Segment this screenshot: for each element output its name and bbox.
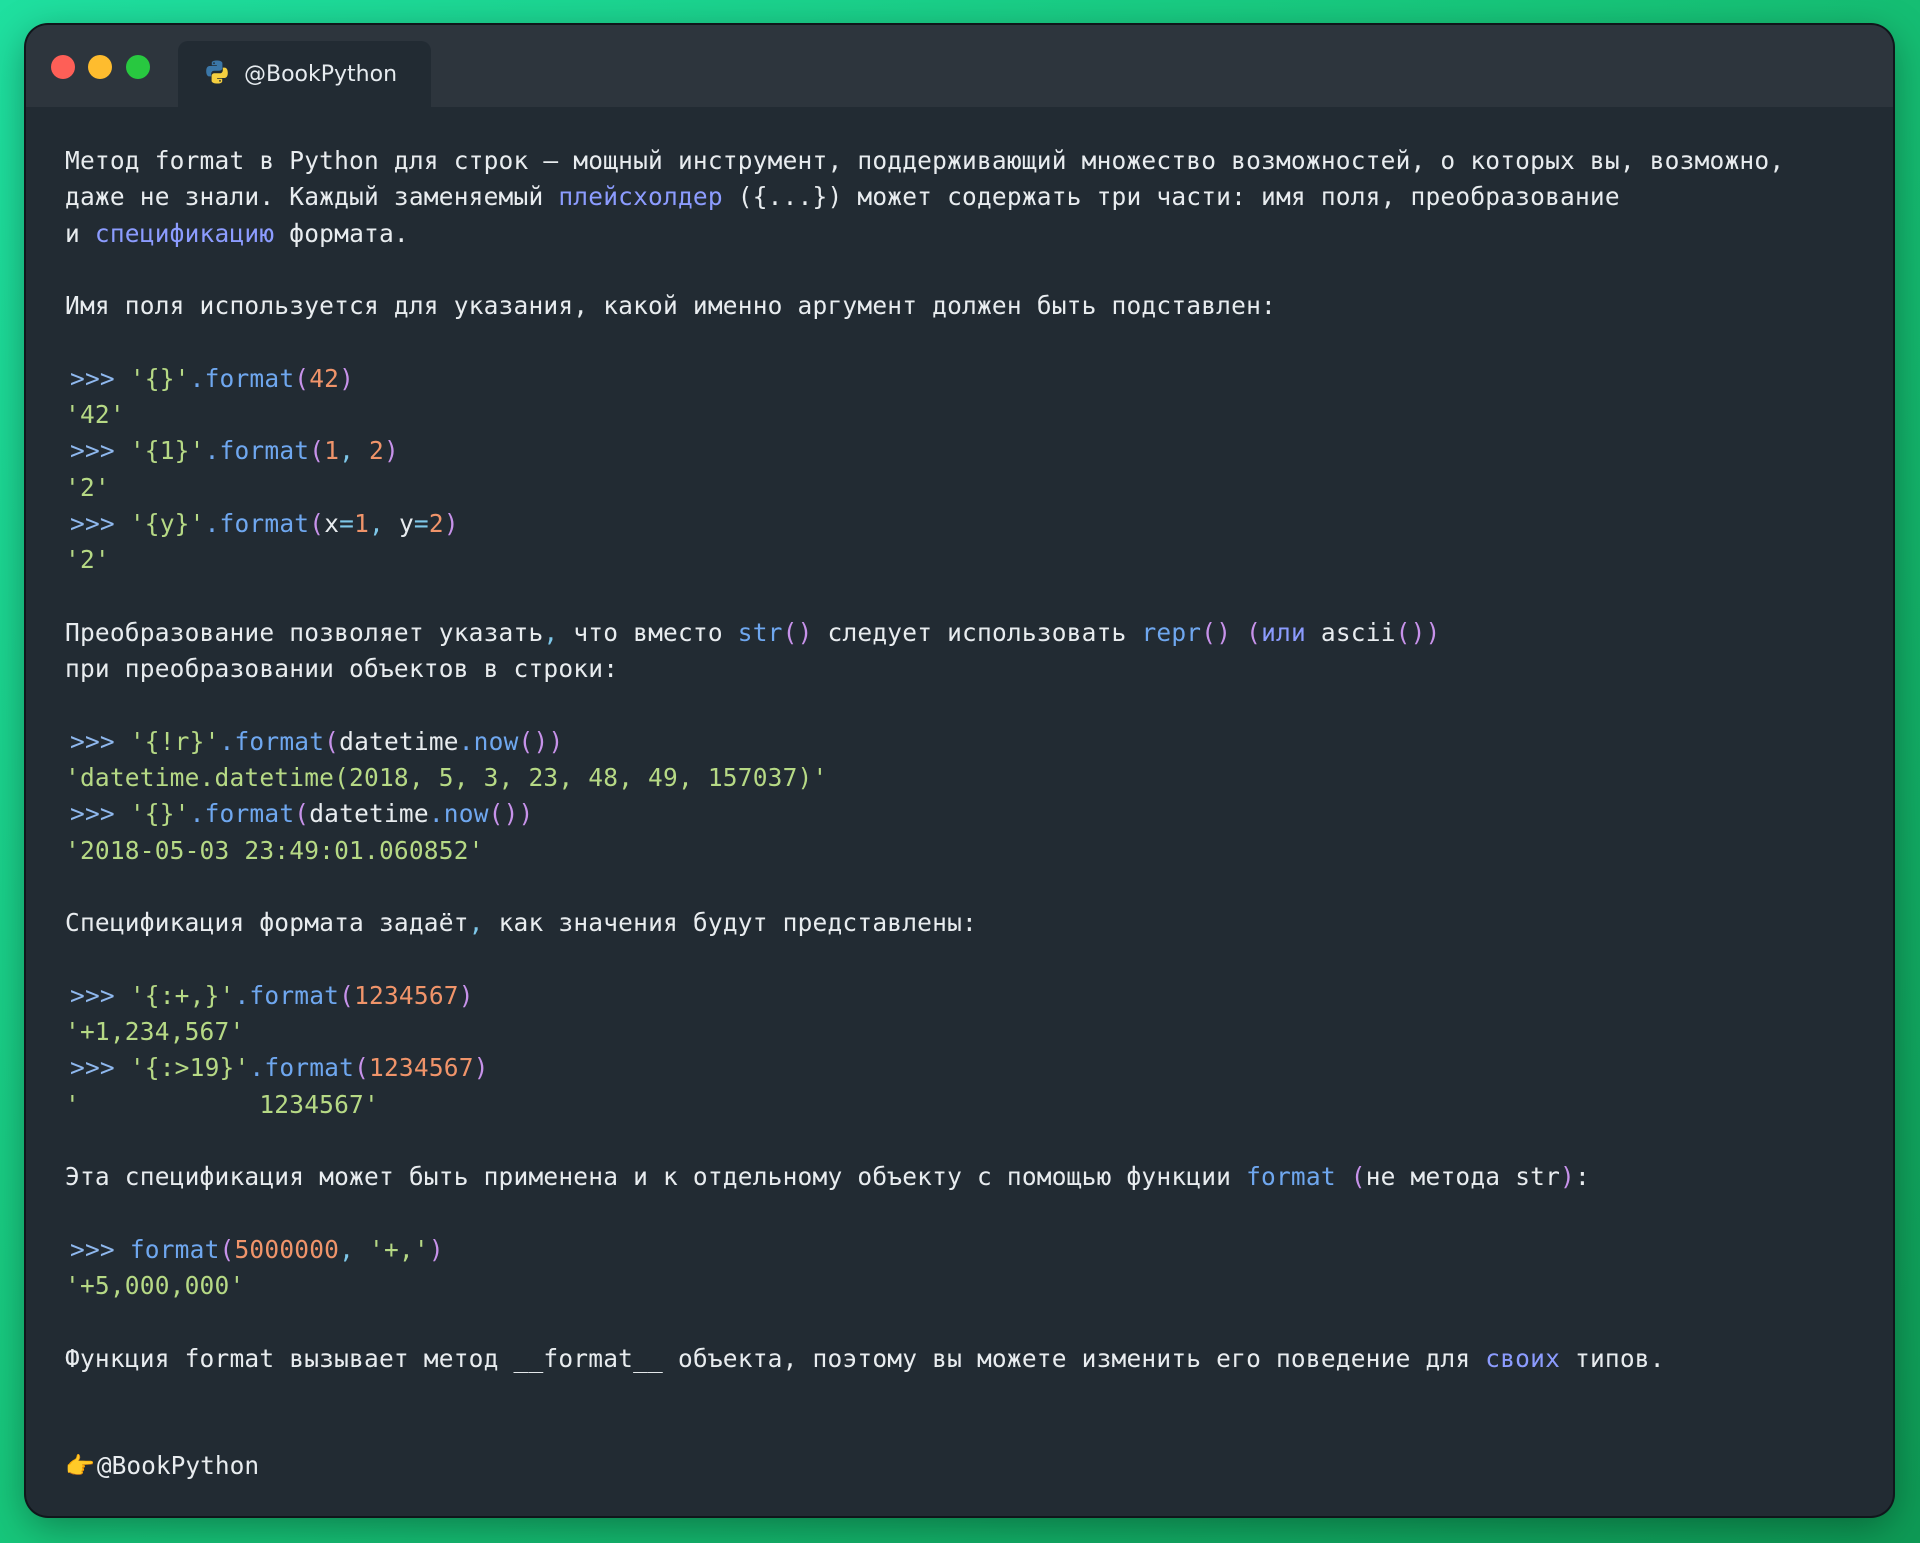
pointing-hand-icon: 👉 xyxy=(65,1451,95,1480)
minimize-button[interactable] xyxy=(88,55,112,79)
conversion-text: при преобразовании объектов в строки: xyxy=(65,654,619,684)
code-output: ' 1234567' xyxy=(65,1089,379,1119)
field-name-text: Имя поля используется для указания, како… xyxy=(65,291,1276,321)
intro-text: ({...}) может содержать три части: имя п… xyxy=(722,182,1620,212)
code-output: '+1,234,567' xyxy=(65,1017,245,1047)
python-logo-icon xyxy=(204,59,230,89)
code-line: >>> '{y}'.format(x=1, y=2) xyxy=(70,508,459,538)
code-line: >>> '{:>19}'.format(1234567) xyxy=(70,1053,489,1083)
tab-bookpython[interactable]: @BookPython xyxy=(178,41,431,107)
paragraph-line: даже не знали. Каждый заменяемый плейсхо… xyxy=(65,179,1865,215)
maximize-button[interactable] xyxy=(126,55,150,79)
spec-text: Спецификация формата задаёт, как значени… xyxy=(65,908,977,938)
code-output: '42' xyxy=(65,400,125,430)
code-line: >>> '{}'.format(42) xyxy=(70,363,355,393)
code-output: '2' xyxy=(65,545,110,575)
code-line: >>> '{!r}'.format(datetime.now()) xyxy=(70,726,564,756)
code-output: '2' xyxy=(65,472,110,502)
code-line: >>> format(5000000, '+,') xyxy=(70,1234,444,1264)
intro-text: Метод format в Python для строк — мощный… xyxy=(65,146,1785,175)
paragraph-line: и спецификацию формата. xyxy=(65,216,1865,252)
code-line: >>> '{}'.format(datetime.now()) xyxy=(70,799,534,829)
close-button[interactable] xyxy=(51,55,75,79)
terminal-window: @BookPython Метод format в Python для ст… xyxy=(26,25,1893,1516)
conversion-text: Преобразование позволяет указать, что вм… xyxy=(65,617,1441,647)
dunder-text: Функция format вызывает метод __format__… xyxy=(65,1343,1486,1373)
dunder-format-text: Функция format вызывает метод __format__… xyxy=(65,1341,1865,1377)
format-function-text: Эта спецификация может быть применена и … xyxy=(65,1162,1590,1192)
code-line: >>> '{:+,}'.format(1234567) xyxy=(70,980,474,1010)
code-output: '2018-05-03 23:49:01.060852' xyxy=(65,835,484,865)
placeholder-link[interactable]: плейсхолдер xyxy=(558,182,722,211)
intro-text: формата. xyxy=(274,218,409,248)
code-line: >>> '{1}'.format(1, 2) xyxy=(70,436,399,466)
intro-text: даже не знали. Каждый заменяемый xyxy=(65,182,559,212)
own-types-link[interactable]: своих xyxy=(1485,1344,1560,1373)
code-output: '+5,000,000' xyxy=(65,1271,245,1301)
intro-text: и xyxy=(65,218,95,248)
message-content: Метод format в Python для строк — мощный… xyxy=(65,143,1865,1377)
title-bar: @BookPython xyxy=(26,25,1893,107)
specification-link[interactable]: спецификацию xyxy=(95,219,274,248)
paragraph-line: Метод format в Python для строк — мощный… xyxy=(65,143,1865,179)
code-output: 'datetime.datetime(2018, 5, 3, 23, 48, 4… xyxy=(65,763,828,793)
signature: 👉 @BookPython xyxy=(65,1451,259,1480)
channel-handle[interactable]: @BookPython xyxy=(97,1451,259,1480)
dunder-text: типов. xyxy=(1560,1343,1665,1373)
tab-label: @BookPython xyxy=(244,61,398,87)
